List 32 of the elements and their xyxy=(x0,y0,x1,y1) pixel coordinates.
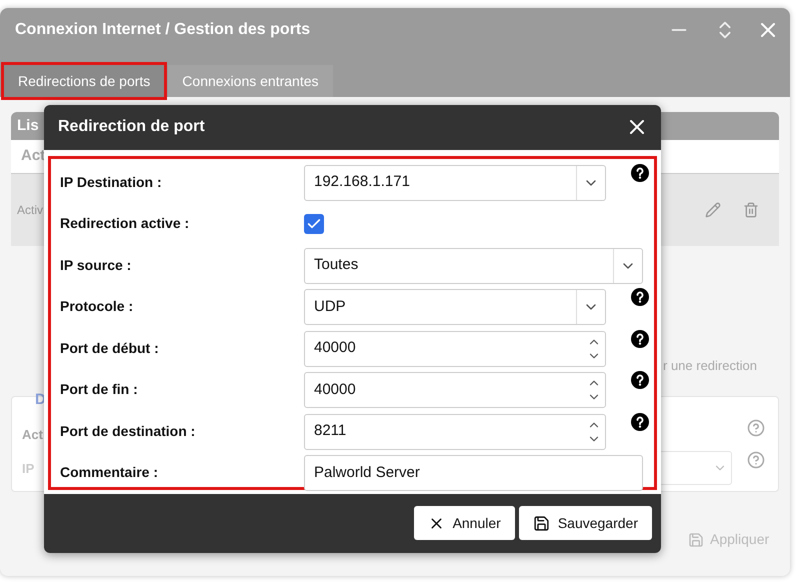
help-icon[interactable] xyxy=(631,330,649,348)
field-label: Port de fin : xyxy=(60,381,138,398)
field-label: IP Destination : xyxy=(60,174,162,190)
field-label: Port de destination : xyxy=(60,422,196,439)
checkbox[interactable] xyxy=(304,214,324,234)
window-title: Connexion Internet / Gestion des ports xyxy=(15,20,312,40)
number-field[interactable]: 8211 xyxy=(304,414,606,450)
table-cell-text: Activ xyxy=(17,202,44,219)
help-icon[interactable] xyxy=(631,412,649,431)
dialog-title: Redirection de port xyxy=(58,117,206,138)
column-header: Act xyxy=(21,146,46,166)
select-field[interactable]: 192.168.1.171 xyxy=(304,164,606,201)
save-icon xyxy=(688,532,704,548)
text-field[interactable]: Palworld Server xyxy=(304,455,643,492)
help-icon[interactable] xyxy=(631,371,649,390)
hint-text: r une redirection xyxy=(663,357,757,375)
field-label: IP source : xyxy=(60,256,132,273)
number-field[interactable]: 40000 xyxy=(304,330,606,367)
field-label: Act xyxy=(22,426,43,444)
save-button[interactable]: Sauvegarder xyxy=(518,506,652,540)
panel-title: Lis xyxy=(17,116,39,136)
select-field[interactable]: UDP xyxy=(304,289,606,326)
help-icon[interactable] xyxy=(631,288,649,306)
help-icon[interactable] xyxy=(631,164,649,182)
save-icon xyxy=(532,514,550,532)
field-label: Commentaire : xyxy=(60,464,158,480)
select-field[interactable]: Toutes xyxy=(304,248,643,284)
number-field[interactable]: 40000 xyxy=(304,372,606,408)
field-label: Protocole : xyxy=(60,298,134,314)
cancel-button[interactable]: Annuler xyxy=(414,506,515,540)
field-label: Port de début : xyxy=(60,340,159,356)
field-label: Redirection active : xyxy=(60,215,190,232)
